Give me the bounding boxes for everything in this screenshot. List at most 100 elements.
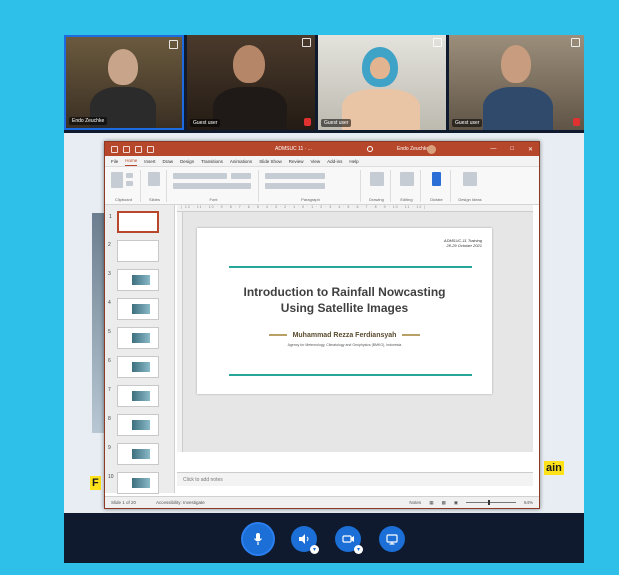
list-buttons[interactable] (265, 173, 325, 179)
maximize-icon[interactable]: □ (510, 146, 514, 153)
slide-number: 9 (108, 445, 111, 451)
participant-tile[interactable]: Guest user (449, 35, 584, 130)
powerpoint-window: ADMSUC 11 · ... Endo Zeuchke — □ ✕ File H… (104, 141, 540, 509)
expand-icon[interactable] (302, 38, 311, 47)
participant-body (213, 87, 287, 130)
dictate-icon[interactable] (432, 172, 441, 186)
copy-icon[interactable] (126, 181, 133, 186)
accessibility-status[interactable]: Accessibility: Investigate (156, 500, 205, 505)
meeting-controls: ▾ ▾ (64, 515, 584, 563)
ribbon-tab-slide-show[interactable]: Slide Show (259, 159, 282, 166)
sorter-view-icon[interactable]: ▩ (441, 500, 445, 506)
notes-button[interactable]: Notes (409, 500, 421, 505)
ribbon-tab-home[interactable]: Home (125, 158, 138, 166)
camera-button[interactable]: ▾ (335, 526, 363, 554)
share-screen-button[interactable] (379, 526, 405, 552)
normal-view-icon[interactable]: ▦ (429, 500, 433, 506)
slide-thumbnail[interactable]: 4 (108, 298, 159, 320)
participant-face-detail (370, 57, 390, 79)
font-format-buttons[interactable] (173, 183, 251, 189)
ribbon-tab-help[interactable]: Help (349, 159, 358, 166)
document-title: ADMSUC 11 · ... (275, 146, 312, 152)
ribbon-tab-transitions[interactable]: Transitions (201, 159, 223, 166)
find-icon[interactable] (400, 172, 414, 186)
ribbon-tab-review[interactable]: Review (289, 159, 304, 166)
slide-number: 1 (109, 214, 112, 220)
save-icon[interactable] (123, 145, 130, 153)
expand-icon[interactable] (169, 40, 178, 49)
ribbon-tab-insert[interactable]: Insert (144, 159, 155, 166)
thumbnail-image (132, 362, 150, 372)
ribbon-tab-file[interactable]: File (111, 159, 118, 166)
minimize-icon[interactable]: — (490, 146, 496, 153)
slide-thumbnail[interactable]: 7 (108, 385, 159, 407)
ribbon-tab-design[interactable]: Design (180, 159, 194, 166)
slide-thumbnail[interactable]: 9 (108, 443, 159, 465)
slide-number: 6 (108, 358, 111, 364)
cut-icon[interactable] (126, 173, 133, 178)
chevron-down-icon[interactable]: ▾ (310, 545, 319, 554)
participant-name: Guest user (321, 119, 352, 127)
avatar[interactable] (427, 144, 436, 154)
speaker-icon (299, 534, 309, 544)
participant-face (233, 45, 265, 83)
participant-name: Guest user (452, 119, 483, 127)
thumbnail-image (132, 420, 150, 430)
slide-event-tag: ADMSUC-11 Training 28-29 October 2021 (444, 238, 482, 248)
thumbnail-image (132, 391, 150, 401)
notes-pane[interactable]: Click to add notes (177, 472, 533, 486)
align-buttons[interactable] (265, 183, 325, 189)
slide-thumbnail[interactable]: 5 (108, 327, 159, 349)
design-ideas-icon[interactable] (463, 172, 477, 186)
microphone-button[interactable] (243, 524, 273, 554)
ribbon-tab-view[interactable]: View (310, 159, 320, 166)
slide-canvas[interactable]: ADMSUC-11 Training 28-29 October 2021 In… (197, 228, 492, 394)
ribbon-group-voice: Dictate (423, 170, 451, 202)
chevron-down-icon[interactable]: ▾ (354, 545, 363, 554)
autosave-icon[interactable] (111, 145, 118, 153)
slide-author-line: Muhammad Rezza Ferdiansyah (197, 332, 492, 339)
slide-thumbnail[interactable]: 1 (109, 211, 159, 233)
ribbon-group-slides: Slides (143, 170, 167, 202)
reading-view-icon[interactable]: ▣ (454, 500, 458, 506)
slide-thumbnail[interactable]: 6 (108, 356, 159, 378)
search-icon[interactable] (367, 146, 373, 152)
ribbon-tab-animations[interactable]: Animations (230, 159, 252, 166)
title-line-2: Using Satellite Images (280, 301, 409, 315)
ribbon-group-clipboard: Clipboard (107, 170, 141, 202)
new-slide-icon[interactable] (148, 172, 160, 186)
window-controls: — □ ✕ (490, 146, 533, 153)
shapes-icon[interactable] (370, 172, 384, 186)
ppt-titlebar: ADMSUC 11 · ... Endo Zeuchke — □ ✕ (105, 142, 539, 156)
slide-counter: Slide 1 of 20 (111, 500, 137, 505)
thumbnail-image (132, 275, 150, 285)
paste-icon[interactable] (111, 172, 123, 188)
slide-thumbnail[interactable]: 8 (108, 414, 159, 436)
ribbon-tab-draw[interactable]: Draw (163, 159, 174, 166)
font-size-select[interactable] (231, 173, 251, 179)
event-date: 28-29 October 2021 (446, 243, 482, 248)
participant-tile[interactable]: Guest user (187, 35, 315, 130)
zoom-level[interactable]: 64% (524, 500, 533, 505)
status-bar: Slide 1 of 20 Accessibility: Investigate… (105, 496, 539, 508)
speaker-button[interactable]: ▾ (291, 526, 319, 554)
redo-icon[interactable] (147, 145, 154, 153)
zoom-slider[interactable] (465, 500, 516, 505)
expand-icon[interactable] (571, 38, 580, 47)
undo-icon[interactable] (135, 145, 142, 153)
participant-body (342, 89, 420, 130)
slide-thumbnail-pane: 1 2 3 4 5 6 7 8 9 10 (105, 205, 175, 494)
close-icon[interactable]: ✕ (528, 146, 533, 153)
ribbon-tabs: File Home Insert Draw Design Transitions Anima… (105, 156, 539, 167)
participant-tile[interactable]: Endo Zeuchke (64, 35, 184, 130)
slide-thumbnail[interactable]: 10 (108, 472, 159, 494)
expand-icon[interactable] (433, 38, 442, 47)
slide-thumbnail[interactable]: 3 (108, 269, 159, 291)
ribbon-tab-add-ins[interactable]: Add-ins (327, 159, 342, 166)
font-family-select[interactable] (173, 173, 227, 179)
background-text-right: ain (544, 461, 564, 475)
slide-thumbnail[interactable]: 2 (108, 240, 159, 262)
participant-tile[interactable]: Guest user (318, 35, 446, 130)
participant-name: Endo Zeuchke (69, 117, 108, 125)
group-label: Slides (149, 197, 160, 202)
